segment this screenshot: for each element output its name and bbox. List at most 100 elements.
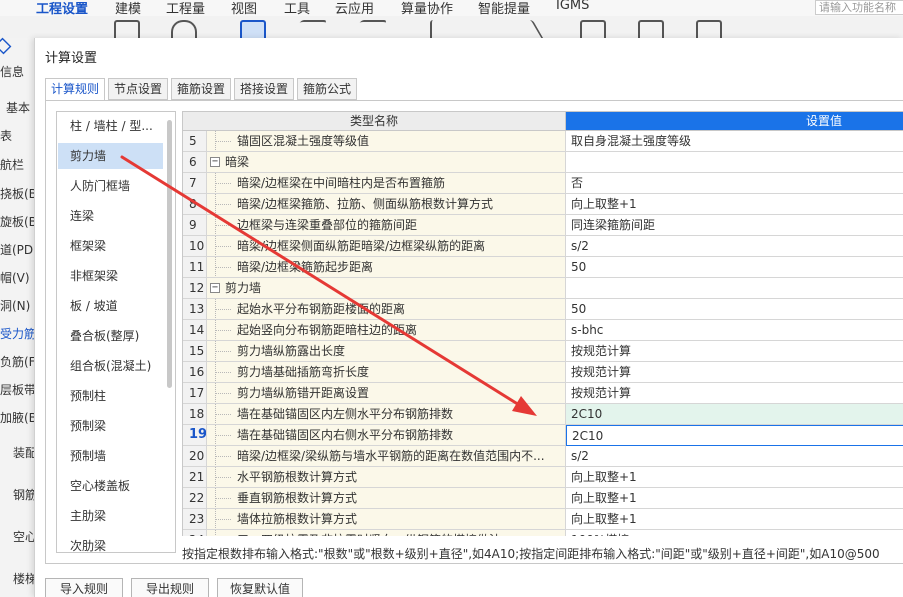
table-row[interactable]: 23 墙体拉筋根数计算方式 向上取整+1 — [183, 509, 903, 530]
setting-value[interactable]: s/2 — [566, 236, 903, 257]
category-item[interactable]: 框架梁 — [58, 233, 163, 259]
setting-value[interactable]: 按规范计算 — [566, 383, 903, 404]
sidebar-item[interactable]: 旋板(B — [0, 213, 37, 230]
setting-value[interactable]: 向上取整+1 — [566, 488, 903, 509]
tab-node-settings[interactable]: 节点设置 — [108, 78, 168, 100]
sidebar-item[interactable]: 表 — [0, 127, 12, 144]
setting-value[interactable]: 取自身混凝土强度等级 — [566, 131, 903, 152]
sidebar-item[interactable]: 层板带 — [0, 381, 36, 398]
export-rules-button[interactable]: 导出规则 — [131, 578, 209, 597]
setting-value[interactable]: 按规范计算 — [566, 362, 903, 383]
category-item[interactable]: 预制梁 — [58, 413, 163, 439]
setting-value[interactable]: 向上取整+1 — [566, 194, 903, 215]
table-row[interactable]: 11 暗梁/边框梁箍筋起步距离 50 — [183, 257, 903, 278]
restore-defaults-button[interactable]: 恢复默认值 — [217, 578, 303, 597]
category-item[interactable]: 组合板(混凝土) — [58, 353, 163, 379]
table-row[interactable]: 14 起始竖向分布钢筋距暗柱边的距离 s-bhc — [183, 320, 903, 341]
menu-modeling[interactable]: 建模 — [115, 0, 141, 17]
collapse-icon[interactable]: − — [210, 157, 220, 167]
table-row[interactable]: 10 暗梁/边框梁侧面纵筋距暗梁/边框梁纵筋的距离 s/2 — [183, 236, 903, 257]
ribbon-tool-icon[interactable] — [290, 20, 328, 38]
function-search-input[interactable] — [815, 0, 903, 15]
table-row[interactable]: 18 墙在基础锚固区内左侧水平分布钢筋排数 2C10 — [183, 404, 903, 425]
ribbon-calc-settings-icon[interactable] — [240, 20, 266, 38]
table-row[interactable]: 19 墙在基础锚固区内右侧水平分布钢筋排数 2C10 — [183, 425, 903, 446]
setting-value[interactable]: 50 — [566, 257, 903, 278]
menu-view[interactable]: 视图 — [231, 0, 257, 17]
table-row[interactable]: 15 剪力墙纵筋露出长度 按规范计算 — [183, 341, 903, 362]
table-row[interactable]: 21 水平钢筋根数计算方式 向上取整+1 — [183, 467, 903, 488]
setting-value-editor[interactable]: 2C10 — [566, 425, 903, 446]
category-item[interactable]: 空心楼盖板 — [58, 473, 163, 499]
setting-value[interactable]: 按规范计算 — [566, 341, 903, 362]
category-item[interactable]: 叠合板(整厚) — [58, 323, 163, 349]
category-item[interactable]: 主肋梁 — [58, 503, 163, 529]
tab-lap-settings[interactable]: 搭接设置 — [234, 78, 294, 100]
group-row[interactable]: 12− 剪力墙 — [183, 278, 903, 299]
ribbon-tool-icon[interactable] — [350, 20, 388, 38]
ribbon-tool-icon[interactable] — [114, 20, 140, 38]
ribbon-tool-icon[interactable] — [430, 20, 444, 38]
table-row[interactable]: 16 剪力墙基础插筋弯折长度 按规范计算 — [183, 362, 903, 383]
table-row[interactable]: 20 暗梁/边框梁/梁纵筋与墙水平钢筋的距离在数值范围内不... s/2 — [183, 446, 903, 467]
sidebar-item[interactable]: 受力筋 — [0, 325, 36, 342]
setting-value[interactable]: 向上取整+1 — [566, 467, 903, 488]
sidebar-item[interactable]: 信息 — [0, 63, 24, 80]
table-row[interactable]: 13 起始水平分布钢筋距楼面的距离 50 — [183, 299, 903, 320]
ribbon-tool-icon[interactable] — [696, 20, 722, 38]
menu-tools[interactable]: 工具 — [284, 0, 310, 17]
ribbon-tool-icon[interactable] — [638, 20, 664, 38]
setting-value[interactable]: 向上取整+1 — [566, 509, 903, 530]
sidebar-item[interactable]: 航栏 — [0, 156, 24, 173]
setting-value[interactable]: 100%搭接 — [566, 530, 903, 536]
tab-stirrup-formula[interactable]: 箍筋公式 — [297, 78, 357, 100]
ribbon-tool-icon[interactable] — [506, 20, 544, 38]
sidebar-item[interactable]: 挠板(B — [0, 185, 37, 202]
category-item[interactable]: 剪力墙 — [58, 143, 163, 169]
category-item[interactable]: 预制墙 — [58, 443, 163, 469]
menu-collaboration[interactable]: 算量协作 — [401, 0, 453, 17]
category-item[interactable]: 柱 / 墙柱 / 型... — [58, 113, 163, 139]
table-row[interactable]: 8 暗梁/边框梁箍筋、拉筋、侧面纵筋根数计算方式 向上取整+1 — [183, 194, 903, 215]
menu-smart-extract[interactable]: 智能提量 — [478, 0, 530, 17]
sidebar-item[interactable]: 基本 — [6, 99, 30, 116]
setting-value[interactable]: 同连梁箍筋间距 — [566, 215, 903, 236]
category-item[interactable]: 预制柱 — [58, 383, 163, 409]
table-row[interactable]: 7 暗梁/边框梁在中间暗柱内是否布置箍筋 否 — [183, 173, 903, 194]
menu-project-settings[interactable]: 工程设置 — [36, 0, 89, 19]
category-item[interactable]: 板 / 坡道 — [58, 293, 163, 319]
table-row[interactable]: 17 剪力墙纵筋错开距离设置 按规范计算 — [183, 383, 903, 404]
category-item[interactable]: 次肋梁 — [58, 533, 163, 552]
sidebar-item[interactable]: 帽(V) — [0, 269, 30, 286]
category-item[interactable]: 非框架梁 — [58, 263, 163, 289]
category-item[interactable]: 连梁 — [58, 203, 163, 229]
setting-name-text: 暗梁/边框梁箍筋起步距离 — [237, 260, 374, 274]
ribbon-tool-icon[interactable] — [171, 20, 197, 38]
setting-value[interactable]: 2C10 — [566, 404, 903, 425]
table-row[interactable]: 5 锚固区混凝土强度等级值 取自身混凝土强度等级 — [183, 131, 903, 152]
tab-calc-rules[interactable]: 计算规则 — [45, 78, 105, 101]
ribbon-tool-icon[interactable] — [580, 20, 606, 38]
menu-quantity[interactable]: 工程量 — [166, 0, 205, 17]
sidebar-item[interactable]: 负筋(F — [0, 353, 36, 370]
category-item[interactable]: 人防门框墙 — [58, 173, 163, 199]
collapse-icon[interactable]: − — [210, 283, 220, 293]
row-number: 14 — [183, 320, 207, 341]
setting-value[interactable]: 50 — [566, 299, 903, 320]
sidebar-item[interactable]: 道(PD) — [0, 241, 38, 258]
category-scrollbar[interactable] — [167, 120, 172, 388]
sidebar-item[interactable]: 洞(N) — [0, 297, 30, 314]
setting-value[interactable]: s-bhc — [566, 320, 903, 341]
tab-stirrup-settings[interactable]: 箍筋设置 — [171, 78, 231, 100]
rules-panel: 柱 / 墙柱 / 型... 剪力墙人防门框墙连梁框架梁非框架梁板 / 坡道 叠合板(… — [45, 100, 903, 564]
setting-value[interactable]: 否 — [566, 173, 903, 194]
import-rules-button[interactable]: 导入规则 — [45, 578, 123, 597]
group-row[interactable]: 6− 暗梁 — [183, 152, 903, 173]
menu-cloud[interactable]: 云应用 — [335, 0, 374, 17]
sidebar-item[interactable]: 加腋(B — [0, 409, 37, 426]
table-row[interactable]: 24 三、四级抗震及非抗震时竖向、纵钢筋的搭接做法 100%搭接 — [183, 530, 903, 536]
table-row[interactable]: 22 垂直钢筋根数计算方式 向上取整+1 — [183, 488, 903, 509]
menu-igms[interactable]: IGMS — [556, 0, 589, 13]
table-row[interactable]: 9 边框梁与连梁重叠部位的箍筋间距 同连梁箍筋间距 — [183, 215, 903, 236]
setting-value[interactable]: s/2 — [566, 446, 903, 467]
